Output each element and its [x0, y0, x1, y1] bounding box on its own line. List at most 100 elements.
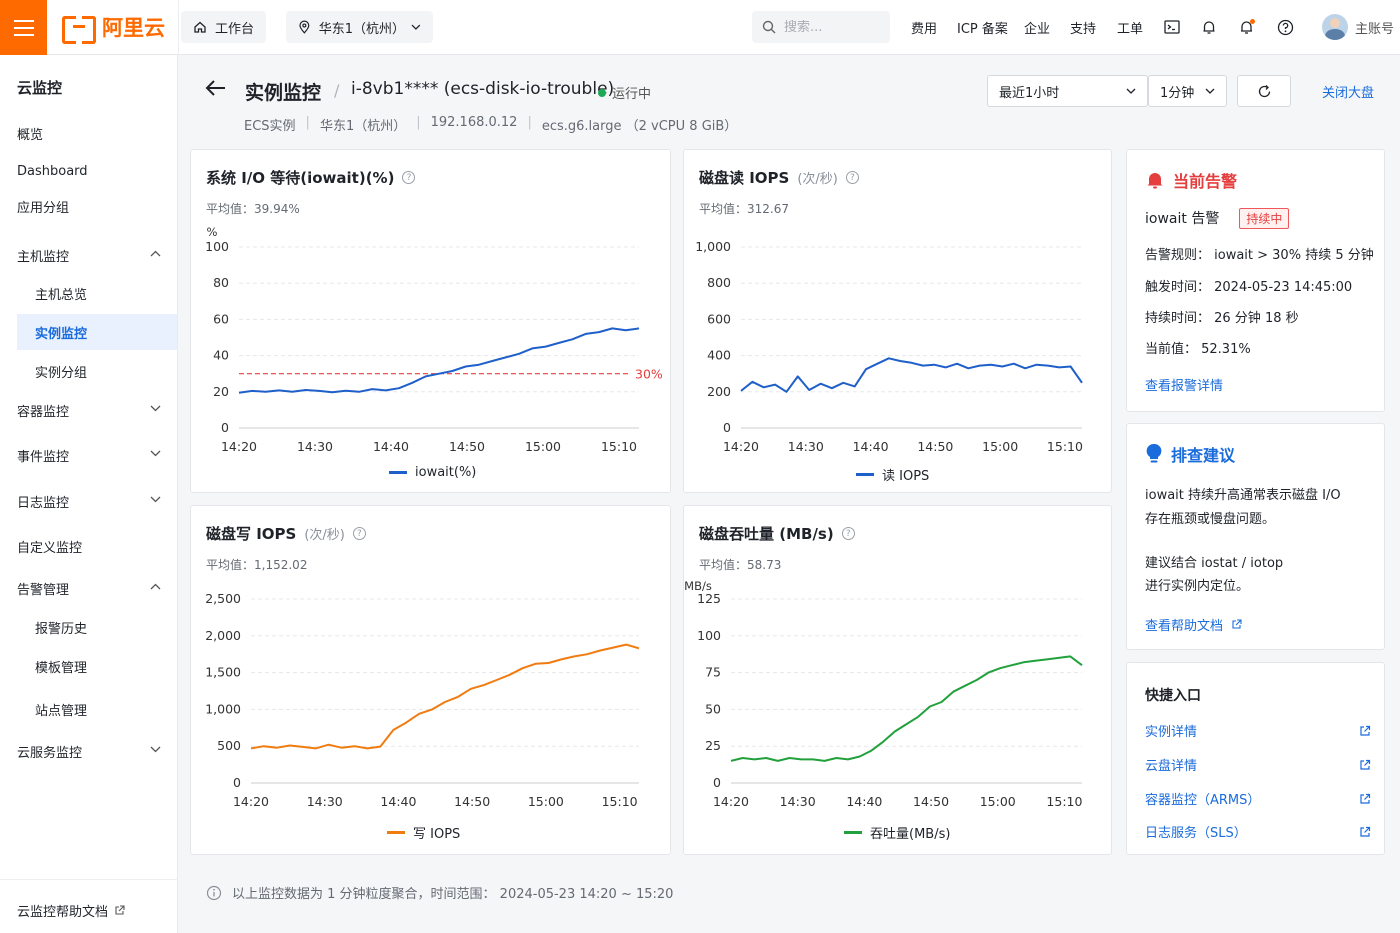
sidebar-footer: 云监控帮助文档 — [0, 879, 178, 933]
sidebar-item[interactable]: 事件监控 — [17, 437, 177, 473]
quick-links-panel: 快捷入口 实例详情 云盘详情 容器监控（ARMS） 日志服务（SLS） — [1126, 662, 1385, 855]
sidebar-item[interactable]: 自定义监控 — [17, 528, 177, 564]
y-tick-label: 60 — [213, 311, 229, 326]
sidebar-item-label: 主机监控 — [17, 249, 70, 265]
quick-link[interactable]: 实例详情 — [1145, 721, 1371, 740]
quick-link[interactable]: 云盘详情 — [1145, 755, 1371, 774]
legend-swatch — [856, 473, 874, 476]
help-doc-link-label: 查看帮助文档 — [1145, 619, 1224, 634]
sidebar-item[interactable]: 容器监控 — [17, 392, 177, 428]
external-link-icon — [1360, 793, 1371, 804]
terminal-icon[interactable] — [1162, 17, 1182, 37]
throughput-line-chart: 0 25 50 75 100 125MB/s 14:20 14:30 14:40 14:50 15:… — [684, 579, 1083, 809]
sidebar-item[interactable]: 日志监控 — [17, 483, 177, 519]
notification-bell-icon[interactable] — [1199, 17, 1219, 37]
x-tick-label: 14:20 — [723, 439, 759, 454]
sidebar-item[interactable]: 概览 — [17, 115, 177, 151]
read-iops-line-chart: 0 200 400 600 800 1,000 14:20 14:30 14:40 14:50 15… — [695, 239, 1083, 454]
sidebar-item[interactable]: 实例分组 — [17, 353, 177, 389]
chart-legend[interactable]: iowait(%) — [389, 465, 476, 480]
y-tick-label: 2,500 — [205, 591, 241, 606]
account-name[interactable]: 主账号 — [1355, 18, 1394, 37]
legend-swatch — [387, 831, 405, 834]
sidebar-item[interactable]: 告警管理 — [17, 570, 177, 606]
alert-detail-link[interactable]: 查看报警详情 — [1145, 375, 1223, 394]
sidebar-item[interactable]: 应用分组 — [17, 188, 177, 224]
close-dashboard-link[interactable]: 关闭大盘 — [1322, 82, 1374, 101]
sidebar-item[interactable]: 模板管理 — [17, 648, 177, 684]
y-tick-label: 125 — [697, 591, 721, 606]
meta-type: ECS实例 — [244, 119, 296, 134]
alarm-bell-icon — [1147, 173, 1163, 189]
quick-link[interactable]: 日志服务（SLS） — [1145, 822, 1371, 841]
time-range-select[interactable]: 最近1小时 — [987, 75, 1148, 107]
chart-legend[interactable]: 读 IOPS — [856, 465, 929, 484]
alert-current-value: 当前值： 52.31% — [1145, 342, 1251, 357]
sidebar-item[interactable]: Dashboard — [17, 153, 177, 189]
alert-bell-icon[interactable] — [1237, 17, 1257, 37]
refresh-button[interactable] — [1237, 75, 1291, 107]
x-tick-label: 15:00 — [982, 439, 1018, 454]
sidebar-item[interactable]: 主机监控 — [17, 237, 177, 273]
interval-select[interactable]: 1分钟 — [1148, 75, 1227, 107]
x-tick-label: 14:40 — [846, 794, 882, 809]
top-bar: 阿里云 工作台 华东1（杭州） 费用 ICP 备案 企业 支持 工单 主账号 — [0, 0, 1400, 55]
instance-name: i-8vb1**** (ecs-disk-io-trouble) — [351, 79, 615, 99]
search-box[interactable] — [752, 11, 890, 43]
help-doc-link[interactable]: 查看帮助文档 — [1145, 615, 1242, 634]
chevron-down-icon — [411, 24, 421, 30]
nav-icp[interactable]: ICP 备案 — [957, 18, 1008, 37]
status-badge: 运行中 — [598, 83, 651, 102]
write-iops-line-chart: 0 500 1,000 1,500 2,000 2,500 14:20 14:30 14:40 1… — [205, 591, 640, 809]
y-tick-label: 0 — [221, 420, 229, 435]
region-selector[interactable]: 华东1（杭州） — [286, 11, 433, 43]
help-doc-label: 云监控帮助文档 — [17, 905, 109, 920]
x-tick-label: 14:30 — [780, 794, 816, 809]
alert-name-text: iowait 告警 — [1145, 211, 1220, 227]
workbench-label: 工作台 — [215, 21, 255, 37]
x-tick-label: 15:10 — [602, 794, 638, 809]
series-line — [238, 327, 640, 394]
back-button[interactable] — [205, 79, 227, 101]
search-icon — [762, 20, 776, 34]
search-input[interactable] — [784, 19, 874, 35]
aliyun-logo-icon — [62, 16, 96, 44]
workbench-button[interactable]: 工作台 — [181, 11, 267, 43]
legend-label: 写 IOPS — [413, 827, 461, 842]
y-tick-label: 80 — [213, 275, 229, 290]
sidebar-item[interactable]: 实例监控 — [17, 314, 177, 350]
x-tick-label: 14:50 — [913, 794, 949, 809]
external-link-icon — [1232, 619, 1242, 629]
location-icon — [299, 20, 310, 34]
x-tick-label: 14:30 — [307, 794, 343, 809]
help-icon[interactable] — [1275, 17, 1295, 37]
quick-link-label: 日志服务（SLS） — [1145, 826, 1247, 841]
sidebar-item-label: 容器监控 — [17, 404, 70, 420]
sidebar-item[interactable]: 报警历史 — [17, 609, 177, 645]
nav-enterprise[interactable]: 企业 — [1024, 18, 1050, 37]
nav-fees[interactable]: 费用 — [911, 18, 937, 37]
nav-ticket[interactable]: 工单 — [1117, 18, 1143, 37]
x-tick-label: 15:00 — [525, 439, 561, 454]
y-tick-label: 1,000 — [205, 701, 241, 716]
sidebar-item[interactable]: 云服务监控 — [17, 733, 177, 769]
chart-legend[interactable]: 吞吐量(MB/s) — [844, 823, 950, 842]
nav-support[interactable]: 支持 — [1070, 18, 1096, 37]
sidebar-item[interactable]: 主机总览 — [17, 275, 177, 311]
advice-text-2: 存在瓶颈或慢盘问题。 — [1145, 512, 1276, 527]
external-link-icon — [1360, 826, 1371, 837]
chart-legend[interactable]: 写 IOPS — [387, 823, 460, 842]
quick-link[interactable]: 容器监控（ARMS） — [1145, 789, 1371, 808]
sidebar-title: 云监控 — [17, 79, 63, 97]
meta-spec: ecs.g6.large （2 vCPU 8 GiB） — [541, 119, 738, 134]
menu-icon[interactable] — [0, 0, 47, 55]
chevron-down-icon — [150, 405, 161, 412]
sidebar-item[interactable]: 站点管理 — [17, 691, 177, 727]
advice-text-1: iowait 持续升高通常表示磁盘 I/O — [1145, 488, 1341, 503]
help-doc-link[interactable]: 云监控帮助文档 — [17, 901, 125, 920]
avatar[interactable] — [1322, 14, 1348, 40]
data-footnote: 以上监控数据为 1 分钟粒度聚合，时间范围： 2024-05-23 14:20 … — [206, 883, 673, 902]
sidebar-item-label: 事件监控 — [17, 449, 70, 465]
y-tick-label: 25 — [705, 738, 721, 753]
brand-logo[interactable]: 阿里云 — [62, 13, 165, 44]
